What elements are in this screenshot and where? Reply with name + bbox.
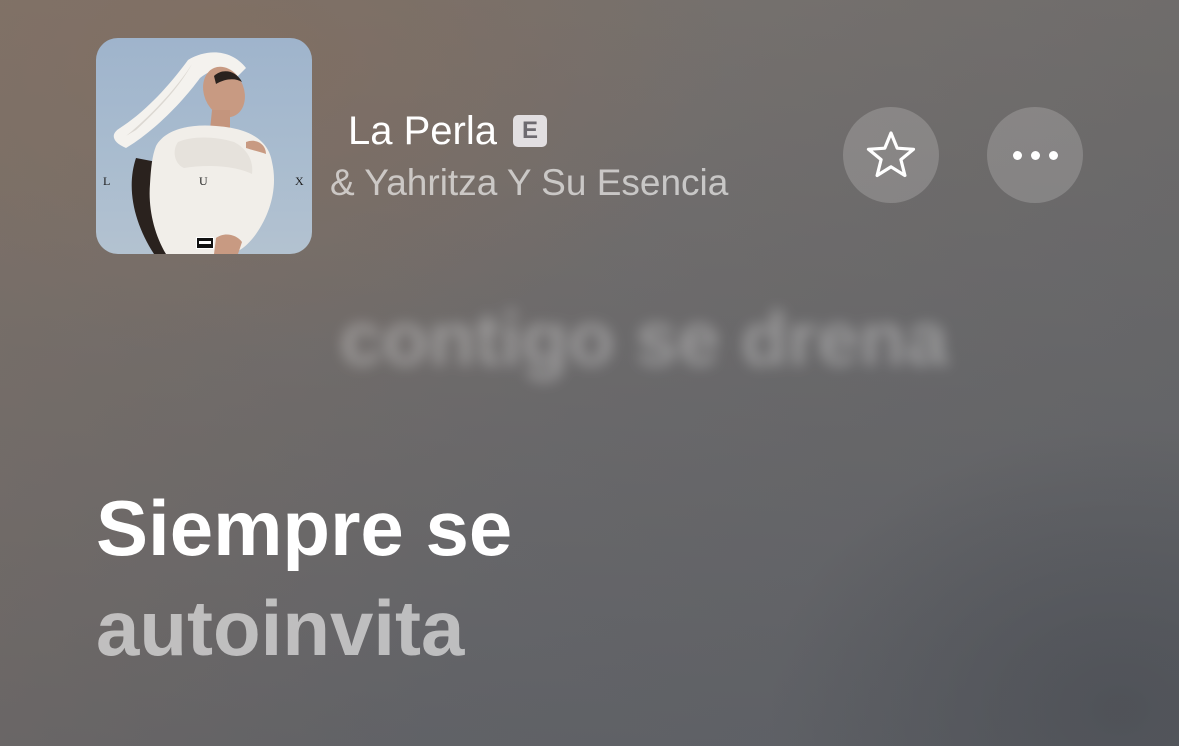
album-artwork[interactable]: L U X — [96, 38, 312, 254]
track-title[interactable]: La Perla — [348, 109, 497, 154]
favorite-button[interactable] — [843, 107, 939, 203]
track-artists[interactable]: & Yahritza Y Su Esencia — [330, 162, 728, 204]
lyric-current-line-2: autoinvita — [96, 584, 465, 672]
artwork-letter-u: U — [199, 174, 208, 188]
explicit-badge: E — [512, 115, 547, 147]
ellipsis-icon — [1012, 150, 1058, 160]
artwork-letter-x: X — [295, 174, 304, 188]
lyric-current-block[interactable]: Siempre se autoinvita — [96, 478, 996, 678]
lyric-current-line-1: Siempre se — [96, 484, 513, 572]
more-options-button[interactable] — [987, 107, 1083, 203]
track-title-row: La Perla E — [348, 108, 547, 154]
star-outline-icon — [866, 131, 916, 178]
parental-advisory-logo — [196, 237, 214, 249]
artwork-illustration — [113, 52, 275, 254]
lyric-previous-line[interactable]: contigo se drena — [340, 296, 948, 383]
artwork-letter-l: L — [103, 174, 111, 188]
